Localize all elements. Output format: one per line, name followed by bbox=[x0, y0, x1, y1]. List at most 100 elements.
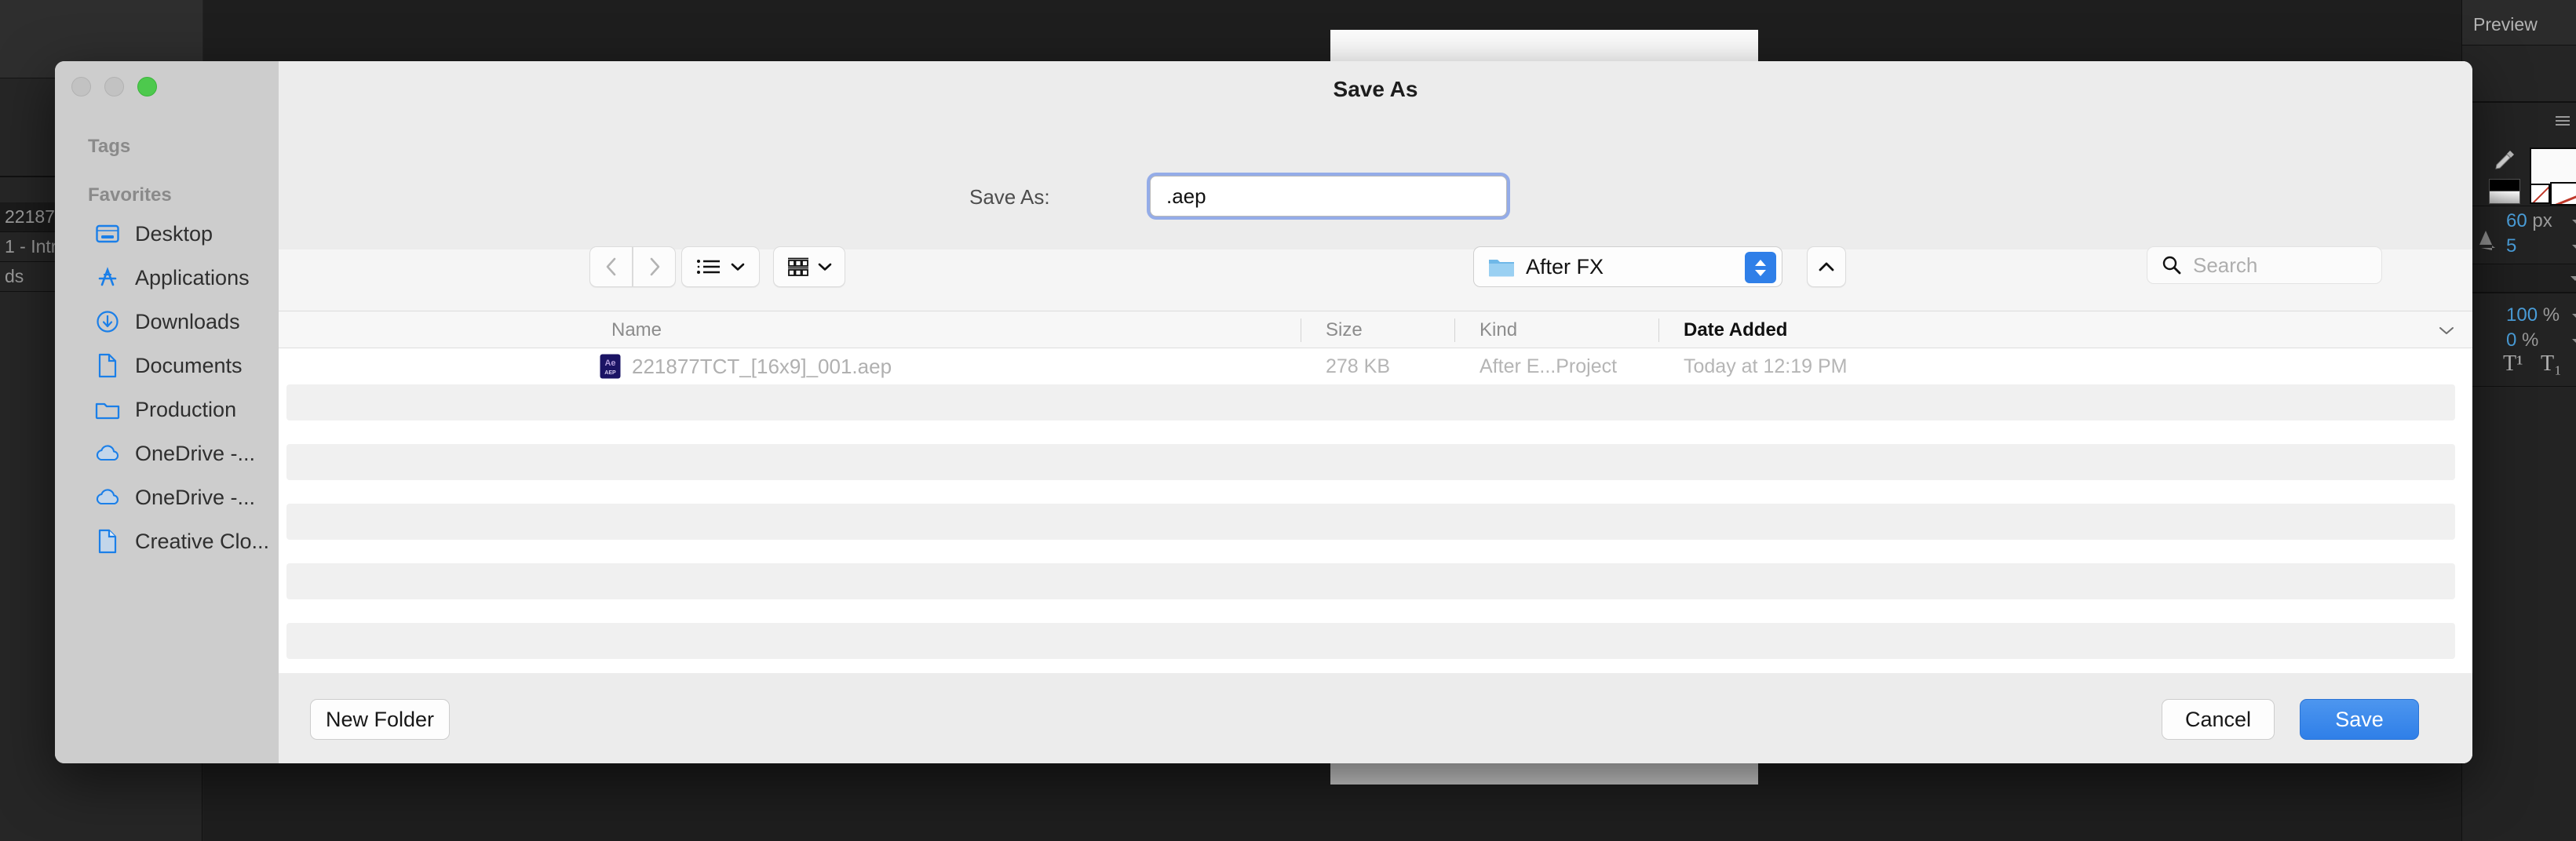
group-columns-icon bbox=[786, 257, 810, 277]
ae-font-size-value: 60 bbox=[2506, 210, 2527, 231]
cloud-icon bbox=[94, 484, 121, 511]
column-header-kind[interactable]: Kind bbox=[1480, 311, 1517, 349]
downloads-icon bbox=[94, 308, 121, 335]
list-item[interactable] bbox=[286, 444, 2455, 480]
chevron-down-icon[interactable] bbox=[2572, 220, 2576, 224]
dialog-main: Save As Save As: .aep bbox=[279, 61, 2472, 763]
ae-paragraph-section-header bbox=[2462, 264, 2576, 293]
sidebar-item-label: Documents bbox=[135, 354, 243, 378]
minimize-button[interactable] bbox=[104, 77, 124, 96]
zoom-button[interactable] bbox=[137, 77, 157, 96]
ae-horizontal-scale-field[interactable]: 100 % bbox=[2506, 304, 2560, 326]
ae-tracking-value: 5 bbox=[2506, 235, 2516, 257]
close-button[interactable] bbox=[71, 77, 91, 96]
file-list[interactable]: Ae AEP 221877TCT_[16x9]_001.aep 278 KB A… bbox=[279, 348, 2472, 673]
ae-fill-stroke-swatch[interactable] bbox=[2489, 179, 2520, 204]
list-view-icon bbox=[696, 257, 721, 276]
ae-no-fill-swatch[interactable] bbox=[2530, 184, 2550, 204]
sidebar-section-header-tags: Tags bbox=[88, 136, 130, 158]
location-popup-button[interactable]: After FX bbox=[1473, 246, 1782, 287]
sidebar-item-onedrive-2[interactable]: OneDrive -... bbox=[72, 480, 268, 515]
ae-font-size-unit: px bbox=[2532, 210, 2552, 231]
folder-icon bbox=[94, 396, 121, 423]
list-item[interactable] bbox=[286, 623, 2455, 659]
collapse-button[interactable] bbox=[1807, 246, 1846, 287]
column-header-date-added[interactable]: Date Added bbox=[1684, 311, 1787, 349]
save-as-input[interactable]: .aep bbox=[1150, 176, 1507, 217]
sidebar-item-creative-cloud[interactable]: Creative Clo... bbox=[72, 524, 268, 559]
column-header-name[interactable]: Name bbox=[611, 311, 662, 349]
group-options-button[interactable] bbox=[773, 246, 845, 287]
save-as-dialog[interactable]: Tags Favorites Desktop App bbox=[55, 61, 2472, 763]
sidebar-item-documents[interactable]: Documents bbox=[72, 348, 268, 383]
dialog-sidebar[interactable]: Tags Favorites Desktop App bbox=[55, 61, 279, 763]
ae-panel-menu-icon[interactable] bbox=[2556, 116, 2570, 126]
list-item[interactable] bbox=[286, 504, 2455, 540]
save-button[interactable]: Save bbox=[2300, 699, 2419, 740]
divider bbox=[2462, 386, 2576, 387]
view-options-button[interactable] bbox=[681, 246, 760, 287]
sidebar-item-production[interactable]: Production bbox=[72, 392, 268, 427]
chevron-up-icon bbox=[1817, 260, 1836, 273]
after-effects-file-icon: Ae AEP bbox=[600, 354, 621, 379]
ae-character-panel[interactable]: Preview 60 px 5 bbox=[2461, 0, 2576, 841]
column-header-size[interactable]: Size bbox=[1326, 311, 1363, 349]
updown-stepper-icon[interactable] bbox=[1745, 252, 1776, 283]
ae-baseline-shift-unit: % bbox=[2522, 329, 2538, 351]
stepper-down-arrow bbox=[1755, 270, 1766, 276]
forward-button[interactable] bbox=[633, 246, 676, 287]
ae-preview-label: Preview bbox=[2473, 14, 2538, 35]
list-item[interactable] bbox=[286, 563, 2455, 599]
chevron-right-icon bbox=[647, 256, 662, 278]
sidebar-section-header-favorites: Favorites bbox=[88, 184, 172, 206]
chevron-down-icon[interactable] bbox=[2572, 339, 2576, 344]
ae-font-size-field[interactable]: 60 px bbox=[2506, 210, 2552, 232]
file-list-header[interactable]: Name Size Kind Date Added bbox=[279, 311, 2472, 348]
file-size: 278 KB bbox=[1326, 355, 1390, 378]
search-placeholder: Search bbox=[2193, 253, 2257, 278]
ae-panel-section bbox=[2462, 46, 2576, 102]
navigation-buttons[interactable] bbox=[589, 246, 676, 287]
file-name: 221877TCT_[16x9]_001.aep bbox=[632, 355, 892, 379]
sidebar-item-onedrive-1[interactable]: OneDrive -... bbox=[72, 436, 268, 471]
sidebar-item-label: Desktop bbox=[135, 222, 213, 246]
chevron-left-icon bbox=[604, 256, 619, 278]
chevron-down-icon[interactable] bbox=[2571, 276, 2576, 281]
sort-indicator[interactable] bbox=[2438, 311, 2455, 349]
window-controls[interactable] bbox=[71, 77, 157, 96]
chevron-down-icon bbox=[2438, 325, 2455, 336]
ae-tracking-field[interactable]: 5 bbox=[2506, 235, 2516, 257]
desktop-icon bbox=[94, 220, 121, 247]
sidebar-item-label: OneDrive -... bbox=[135, 442, 255, 466]
cloud-icon bbox=[94, 440, 121, 467]
eyedropper-icon[interactable] bbox=[2490, 147, 2517, 174]
sidebar-item-desktop[interactable]: Desktop bbox=[72, 217, 268, 251]
table-row[interactable]: Ae AEP 221877TCT_[16x9]_001.aep 278 KB A… bbox=[279, 348, 2472, 384]
ae-baseline-shift-field[interactable]: 0 % bbox=[2506, 329, 2538, 351]
ae-subscript-button[interactable]: T₁ bbox=[2541, 351, 2562, 377]
ae-stroke-color-swatch[interactable] bbox=[2550, 182, 2576, 206]
back-button[interactable] bbox=[589, 246, 633, 287]
ae-fill-swatch-black[interactable] bbox=[2489, 179, 2520, 191]
cancel-button[interactable]: Cancel bbox=[2162, 699, 2275, 740]
ae-preview-panel: Preview bbox=[2462, 0, 2576, 46]
ae-tracking-icon bbox=[2478, 228, 2500, 251]
sidebar-item-downloads[interactable]: Downloads bbox=[72, 304, 268, 339]
column-divider[interactable] bbox=[1658, 319, 1659, 342]
file-kind: After E...Project bbox=[1480, 355, 1617, 378]
search-input[interactable]: Search bbox=[2147, 246, 2382, 284]
column-divider[interactable] bbox=[1454, 319, 1455, 342]
chevron-down-icon[interactable] bbox=[2572, 314, 2576, 319]
svg-text:AEP: AEP bbox=[604, 370, 616, 376]
chevron-down-icon[interactable] bbox=[2572, 245, 2576, 249]
folder-icon bbox=[1488, 257, 1515, 278]
ae-stroke-swatch-gradient[interactable] bbox=[2489, 191, 2520, 204]
ae-horizontal-scale-unit: % bbox=[2543, 304, 2560, 326]
ae-superscript-button[interactable]: T¹ bbox=[2503, 351, 2523, 377]
location-popup-value: After FX bbox=[1526, 255, 1604, 279]
new-folder-button[interactable]: New Folder bbox=[310, 699, 450, 740]
sidebar-item-label: Downloads bbox=[135, 310, 240, 334]
list-item[interactable] bbox=[286, 384, 2455, 420]
sidebar-item-applications[interactable]: Applications bbox=[72, 260, 268, 295]
search-icon bbox=[2162, 255, 2182, 275]
